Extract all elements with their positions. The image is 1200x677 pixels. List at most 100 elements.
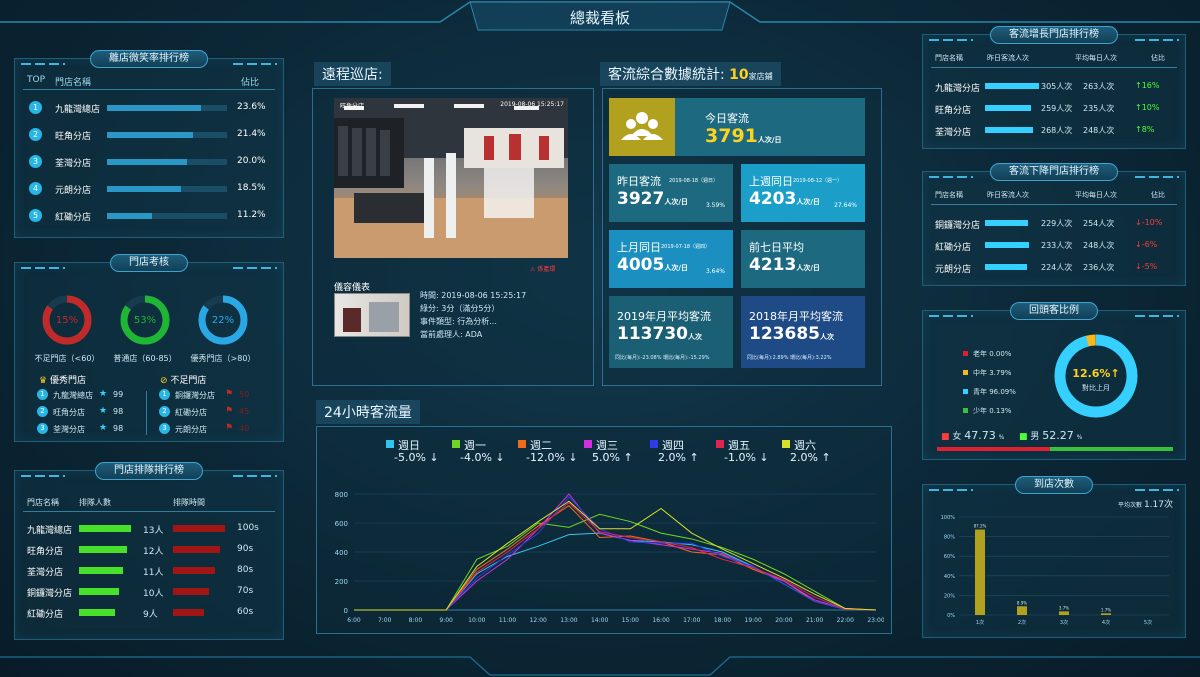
legend-swatch: [386, 440, 394, 448]
queue-count-bar: [79, 588, 119, 595]
decline-panel: 客流下降門店排行榜 門店名稱 昨日客流人次 平均每日人次 佔比 銅鑼灣分店 229人次 25…: [922, 163, 1186, 286]
decline-yest: 229人次: [1041, 219, 1073, 228]
visit-bar[interactable]: [1059, 611, 1069, 615]
event-line: 時間: 2019-08-06 15:25:17: [420, 291, 527, 300]
growth-col-pct: 佔比: [1151, 54, 1165, 62]
x-tick-label: 13:00: [560, 617, 577, 624]
y-tick-label: 200: [335, 578, 348, 586]
decline-pct: ↓-6%: [1135, 240, 1158, 249]
y2019-ratios: 同比(每月):-23.08% 環比(每月):-15.29%: [615, 355, 710, 361]
divider: [931, 204, 1177, 205]
excellent-rank: 3: [37, 423, 48, 434]
stat-2019[interactable]: 2019年月平均客流 113730人次 同比(每月):-23.08% 環比(每月…: [609, 296, 733, 368]
growth-store: 旺角分店: [935, 106, 972, 116]
x-tick-label: 19:00: [745, 617, 762, 624]
visits-bar-chart[interactable]: 0% 20% 40% 60% 80% 100% 87.2% 1次 8.9% 2次 3.7% 3次 1.7…: [929, 509, 1179, 635]
legend-series-pct: -4.0% ↓: [460, 451, 505, 464]
smile-pct: 23.6%: [237, 102, 266, 112]
female-dot: ■: [941, 432, 950, 442]
smile-pct: 20.0%: [237, 156, 266, 166]
hourly-title: 24小時客流量: [316, 400, 420, 424]
series-line[interactable]: [354, 502, 877, 611]
page-title: 總裁看板: [569, 9, 630, 27]
donut-label: 普通店（60-85）: [113, 354, 177, 363]
queue-count: 13人: [143, 526, 164, 536]
series-line[interactable]: [354, 496, 877, 611]
camera-feed[interactable]: 旺角分店 2019-08-06 15:25:17: [334, 98, 568, 258]
queue-store: 銅鑼灣分店: [27, 589, 73, 599]
x-tick-label: 22:00: [837, 617, 854, 624]
event-line: 當前處理人: ADA: [420, 330, 483, 339]
visit-bar-label: 3.7%: [1059, 605, 1069, 610]
legend-series-pct: 2.0% ↑: [658, 451, 699, 464]
growth-col-avg: 平均每日人次: [1075, 54, 1117, 62]
avg7-value: 4213人次/日: [749, 255, 820, 275]
x-tick-label: 3次: [1060, 619, 1068, 626]
queue-col-count: 排隊人數: [79, 498, 111, 507]
series-line[interactable]: [354, 532, 877, 611]
series-line[interactable]: [354, 504, 877, 611]
smile-bar-fill: [107, 213, 152, 219]
decline-store: 紅磡分店: [935, 243, 972, 253]
visit-bar[interactable]: [975, 529, 985, 615]
decline-yest: 233人次: [1041, 241, 1073, 250]
patrol-section: 遠程巡店: 旺角分店 2019-08-06 15:25:17 ⚠ 係產環 儀容儀…: [310, 60, 596, 390]
queue-time: 80s: [237, 565, 254, 575]
x-tick-label: 10:00: [468, 617, 485, 624]
queue-time-bar: [173, 609, 204, 616]
camera-alert[interactable]: ⚠ 係產環: [530, 264, 555, 273]
legend-swatch: [518, 440, 526, 448]
excellent-store: 荃灣分店: [53, 425, 85, 434]
smile-pct: 18.5%: [237, 183, 266, 193]
decline-yest: 224人次: [1041, 263, 1073, 272]
poor-rank: 2: [159, 406, 170, 417]
growth-bar: [985, 83, 1039, 89]
decline-avg: 254人次: [1083, 219, 1115, 228]
smile-rank-panel: 離店微笑率排行榜 TOP 門店名稱 佔比 1 九龍灣總店 23.6% 2 旺角分店 21.…: [14, 50, 284, 238]
male-ratio: ■ 男 52.27 %: [1019, 429, 1083, 442]
visit-bar[interactable]: [1101, 613, 1111, 615]
y-tick-label: 100%: [941, 515, 956, 521]
poor-rank: 1: [159, 389, 170, 400]
footer-frame: [0, 656, 1200, 676]
poor-store: 紅磡分店: [175, 408, 207, 417]
stat-2018[interactable]: 2018年月平均客流 123685人次 同比(每月):2.89% 環比(每月):…: [741, 296, 865, 368]
stat-lastweek[interactable]: 上週同日 2019-08-12（週一） 4203人次/日 27.64%: [741, 164, 865, 222]
queue-col-time: 排隊時間: [173, 498, 205, 507]
smile-pct: 11.2%: [237, 210, 266, 220]
lastweek-label: 上週同日: [749, 175, 793, 188]
queue-time-bar: [173, 546, 220, 553]
visit-bar[interactable]: [1017, 606, 1027, 615]
smile-pct: 21.4%: [237, 129, 266, 139]
crown-icon: ♛: [39, 376, 48, 386]
assess-title: 門店考核: [110, 254, 188, 272]
legend-series-pct: -1.0% ↓: [724, 451, 769, 464]
smile-bar-fill: [107, 186, 181, 192]
event-thumbnail[interactable]: [334, 293, 410, 337]
donut-value: 22%: [211, 315, 235, 326]
growth-bar: [985, 105, 1031, 111]
queue-count-bar: [79, 609, 115, 616]
visits-title: 到店次數: [1015, 476, 1093, 494]
decline-col-name: 門店名稱: [935, 191, 963, 199]
growth-pct: ↑16%: [1135, 81, 1160, 90]
stat-lastmonth[interactable]: 上月同日 2019-07-18（週四） 4005人次/日 3.64%: [609, 230, 733, 288]
x-tick-label: 16:00: [652, 617, 669, 624]
x-tick-label: 6:00: [347, 617, 361, 624]
traffic-title: 客流綜合數據統計: 10家店鋪: [600, 62, 781, 86]
lastweek-pct: 27.64%: [834, 202, 857, 209]
hourly-line-chart[interactable]: 0 200 400 600 800 6:00 7:00 8:00 9:00 10:00 11:00 1…: [324, 486, 884, 626]
poor-score: 45: [239, 407, 250, 416]
excellent-store: 旺角分店: [53, 408, 85, 417]
growth-yest: 268人次: [1041, 126, 1073, 135]
ban-icon: ⊘: [160, 376, 168, 386]
queue-title: 門店排隊排行榜: [95, 462, 203, 480]
stat-avg7[interactable]: 前七日平均 4213人次/日: [741, 230, 865, 288]
y-tick-label: 600: [335, 520, 348, 528]
stat-yesterday[interactable]: 昨日客流 2019-08-18（週日） 3927人次/日 3.59%: [609, 164, 733, 222]
excellent-score: 98: [113, 424, 124, 433]
x-tick-label: 2次: [1018, 619, 1026, 626]
stat-today[interactable]: 今日客流 3791人次/日: [609, 98, 865, 156]
growth-panel: 客流增長門店排行榜 門店名稱 昨日客流人次 平均每日人次 佔比 九龍灣分店 305人次 26…: [922, 26, 1186, 149]
queue-time-bar: [173, 588, 209, 595]
